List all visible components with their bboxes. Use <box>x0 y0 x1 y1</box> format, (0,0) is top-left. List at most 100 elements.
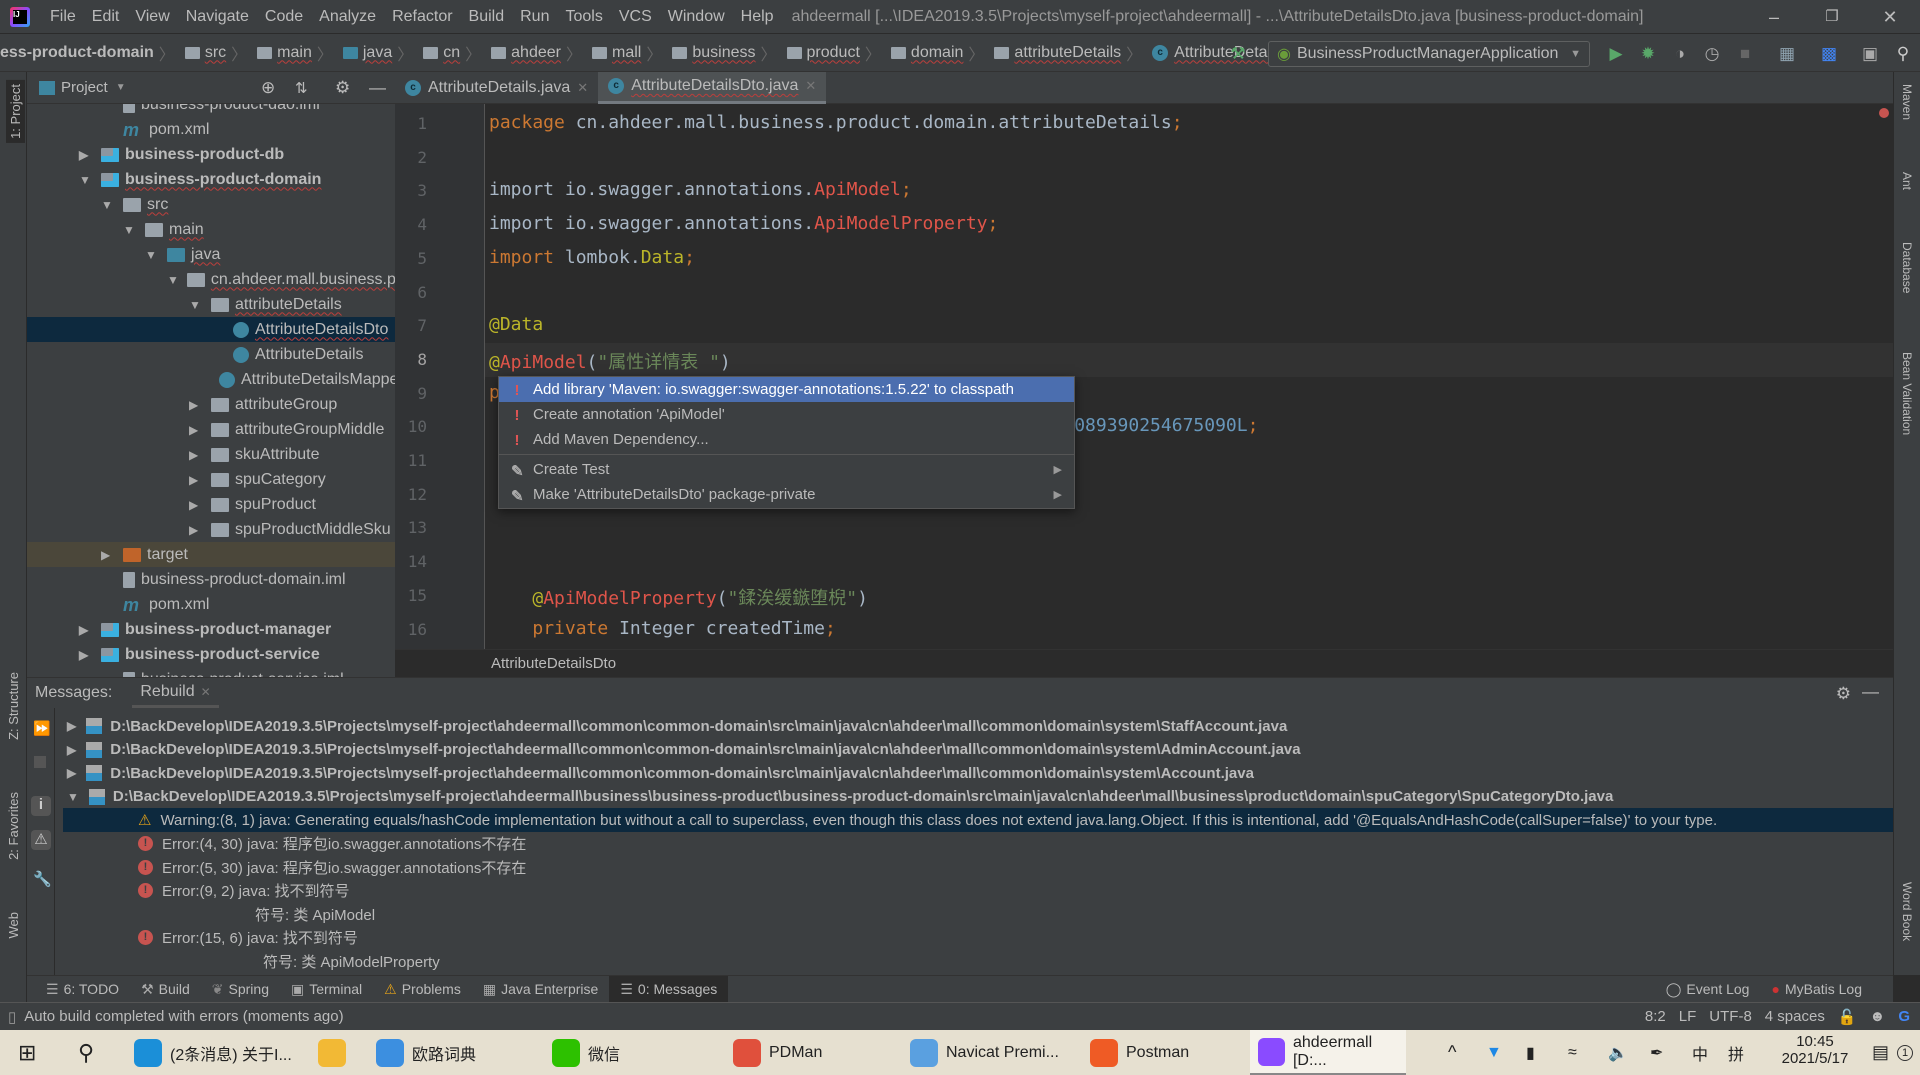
expanded-arrow-icon[interactable]: ▼ <box>67 790 79 804</box>
stop-icon[interactable]: ■ <box>1735 44 1755 64</box>
project-structure-icon[interactable]: ▦ <box>1777 44 1797 64</box>
tool-tab-build[interactable]: ⚒ Build <box>130 976 201 1003</box>
search-icon[interactable]: ⚲ <box>1893 44 1913 64</box>
search-icon[interactable]: ⚲ <box>78 1030 94 1075</box>
menu-refactor[interactable]: Refactor <box>384 8 460 26</box>
bean-validation-tool-button[interactable]: Bean Validation <box>1900 352 1914 435</box>
taskbar-app[interactable]: 微信 <box>544 1030 660 1075</box>
collapsed-arrow-icon[interactable]: ▶ <box>189 498 203 512</box>
hide-icon[interactable]: — <box>369 78 386 98</box>
line-separator[interactable]: LF <box>1679 1008 1697 1025</box>
pen-icon[interactable]: ✒ <box>1650 1030 1663 1075</box>
message-row[interactable]: 符号: 类 ApiModel <box>255 902 375 926</box>
message-row[interactable]: ! Error:(9, 2) java: 找不到符号 <box>138 879 350 903</box>
tree-node[interactable]: AttributeDetails <box>27 342 395 367</box>
menu-code[interactable]: Code <box>257 8 311 26</box>
warning-filter-icon[interactable]: ⚠ <box>31 830 51 850</box>
ant-tool-button[interactable]: Ant <box>1900 172 1914 190</box>
project-view-select[interactable]: Project <box>61 79 108 96</box>
inspector-icon[interactable]: ☻ <box>1870 1008 1886 1025</box>
menu-tools[interactable]: Tools <box>557 8 610 26</box>
breadcrumb-item[interactable]: src 〉 <box>179 41 247 65</box>
security-icon[interactable]: ▼ <box>1486 1030 1502 1075</box>
tool-tab-javaenterprise[interactable]: ▦ Java Enterprise <box>472 976 610 1003</box>
expanded-arrow-icon[interactable]: ▼ <box>189 298 203 312</box>
battery-icon[interactable]: ▮ <box>1526 1030 1535 1075</box>
tab-attributedetails[interactable]: c AttributeDetails.java ✕ <box>395 72 598 104</box>
tool-tab-terminal[interactable]: ▣ Terminal <box>280 976 373 1003</box>
error-stripe-icon[interactable] <box>1879 108 1889 118</box>
message-row[interactable]: ▶ D:\BackDevelop\IDEA2019.3.5\Projects\my… <box>67 738 1301 762</box>
locate-icon[interactable]: ⊕ <box>261 78 275 98</box>
tree-node[interactable]: ▶ spuProduct <box>27 492 395 517</box>
breadcrumb-item[interactable]: mall 〉 <box>586 41 662 65</box>
taskbar-app[interactable] <box>310 1030 366 1075</box>
breadcrumb-item[interactable]: cn 〉 <box>417 41 481 65</box>
tree-node[interactable]: ▶ business-product-service <box>27 642 395 667</box>
collapsed-arrow-icon[interactable]: ▶ <box>67 719 76 733</box>
collapsed-arrow-icon[interactable]: ▶ <box>67 766 76 780</box>
run-icon[interactable]: ▶ <box>1606 44 1626 64</box>
run-with-coverage-icon[interactable]: ◑ <box>1670 44 1690 64</box>
close-tab-icon[interactable]: ✕ <box>805 78 816 94</box>
tree-node[interactable]: ▶ skuAttribute <box>27 442 395 467</box>
wrench-icon[interactable]: 🔧 <box>33 870 52 888</box>
breadcrumb-item[interactable]: ess-product-domain 〉 <box>0 41 175 65</box>
menu-build[interactable]: Build <box>461 8 513 26</box>
taskbar-app[interactable]: Navicat Premi... <box>902 1030 1078 1075</box>
close-tab-icon[interactable]: ✕ <box>577 80 588 96</box>
notification-center[interactable]: ▤ 1 <box>1872 1030 1914 1075</box>
menu-window[interactable]: Window <box>660 8 733 26</box>
debug-icon[interactable]: ✹ <box>1638 44 1658 64</box>
structure-tool-button[interactable]: Z: Structure <box>6 672 21 740</box>
breadcrumb-item[interactable]: business 〉 <box>666 41 777 65</box>
taskbar-app[interactable]: 欧路词典 <box>368 1030 534 1075</box>
indent-setting[interactable]: 4 spaces <box>1765 1008 1825 1025</box>
message-row[interactable]: ! Error:(15, 6) java: 找不到符号 <box>138 926 358 950</box>
caret-position[interactable]: 8:2 <box>1645 1008 1666 1025</box>
database-tool-button[interactable]: Database <box>1900 242 1914 293</box>
tab-rebuild[interactable]: Rebuild ✕ <box>132 678 219 708</box>
google-icon[interactable]: G <box>1898 1008 1910 1025</box>
collapsed-arrow-icon[interactable]: ▶ <box>189 423 203 437</box>
collapsed-arrow-icon[interactable]: ▶ <box>101 548 115 562</box>
expanded-arrow-icon[interactable]: ▼ <box>123 223 137 237</box>
expanded-arrow-icon[interactable]: ▼ <box>101 198 115 212</box>
tree-node[interactable]: ▶ business-product-manager <box>27 617 395 642</box>
menu-view[interactable]: View <box>127 8 177 26</box>
run-configuration-select[interactable]: ◉ BusinessProductManagerApplication ▼ <box>1268 41 1590 67</box>
breadcrumb-item[interactable]: domain 〉 <box>885 41 984 65</box>
web-tool-button[interactable]: Web <box>6 912 21 939</box>
intention-item[interactable]: ! Add Maven Dependency... <box>499 427 1074 452</box>
mybatis-log-tab[interactable]: ● MyBatis Log <box>1760 976 1873 1003</box>
collapsed-arrow-icon[interactable]: ▶ <box>189 473 203 487</box>
presentation-icon[interactable]: ▣ <box>1860 44 1880 64</box>
project-tool-button[interactable]: 1: Project <box>6 80 25 143</box>
taskbar-app[interactable]: ahdeermall [D:... <box>1250 1030 1406 1075</box>
expanded-arrow-icon[interactable]: ▼ <box>79 173 93 187</box>
tool-tab-problems[interactable]: ⚠ Problems <box>373 976 472 1003</box>
tree-node[interactable]: AttributeDetailsDto <box>27 317 395 342</box>
rerun-icon[interactable]: ⏩ <box>33 720 50 737</box>
ime-mode[interactable]: 拼 <box>1728 1030 1744 1075</box>
menu-navigate[interactable]: Navigate <box>178 8 257 26</box>
message-row[interactable]: ! Error:(4, 30) java: 程序包io.swagger.annot… <box>138 832 526 856</box>
collapse-all-icon[interactable]: ⇅ <box>295 79 308 97</box>
file-encoding[interactable]: UTF-8 <box>1709 1008 1752 1025</box>
menu-file[interactable]: File <box>42 8 84 26</box>
clock[interactable]: 10:45 2021/5/17 <box>1770 1033 1860 1067</box>
tool-tab-todo[interactable]: ☰ 6: TODO <box>35 976 130 1003</box>
minimize-button[interactable]: – <box>1750 0 1798 34</box>
message-row[interactable]: ! Error:(5, 30) java: 程序包io.swagger.annot… <box>138 855 526 879</box>
breadcrumb-item[interactable]: product 〉 <box>781 41 881 65</box>
intention-item[interactable]: ✎ Make 'AttributeDetailsDto' package-priv… <box>499 482 1074 507</box>
tree-node[interactable]: ▶ attributeGroup <box>27 392 395 417</box>
show-hidden-icons[interactable]: ^ <box>1448 1030 1456 1075</box>
restore-button[interactable]: ❐ <box>1808 0 1856 34</box>
menu-analyze[interactable]: Analyze <box>311 8 384 26</box>
tree-node[interactable]: business-product-service.iml <box>27 667 395 677</box>
tree-node[interactable]: ▼ attributeDetails <box>27 292 395 317</box>
tree-node[interactable]: ▶ spuCategory <box>27 467 395 492</box>
breadcrumb-item[interactable]: attributeDetails 〉 <box>988 41 1142 65</box>
ime-language[interactable]: 中 <box>1692 1030 1708 1075</box>
